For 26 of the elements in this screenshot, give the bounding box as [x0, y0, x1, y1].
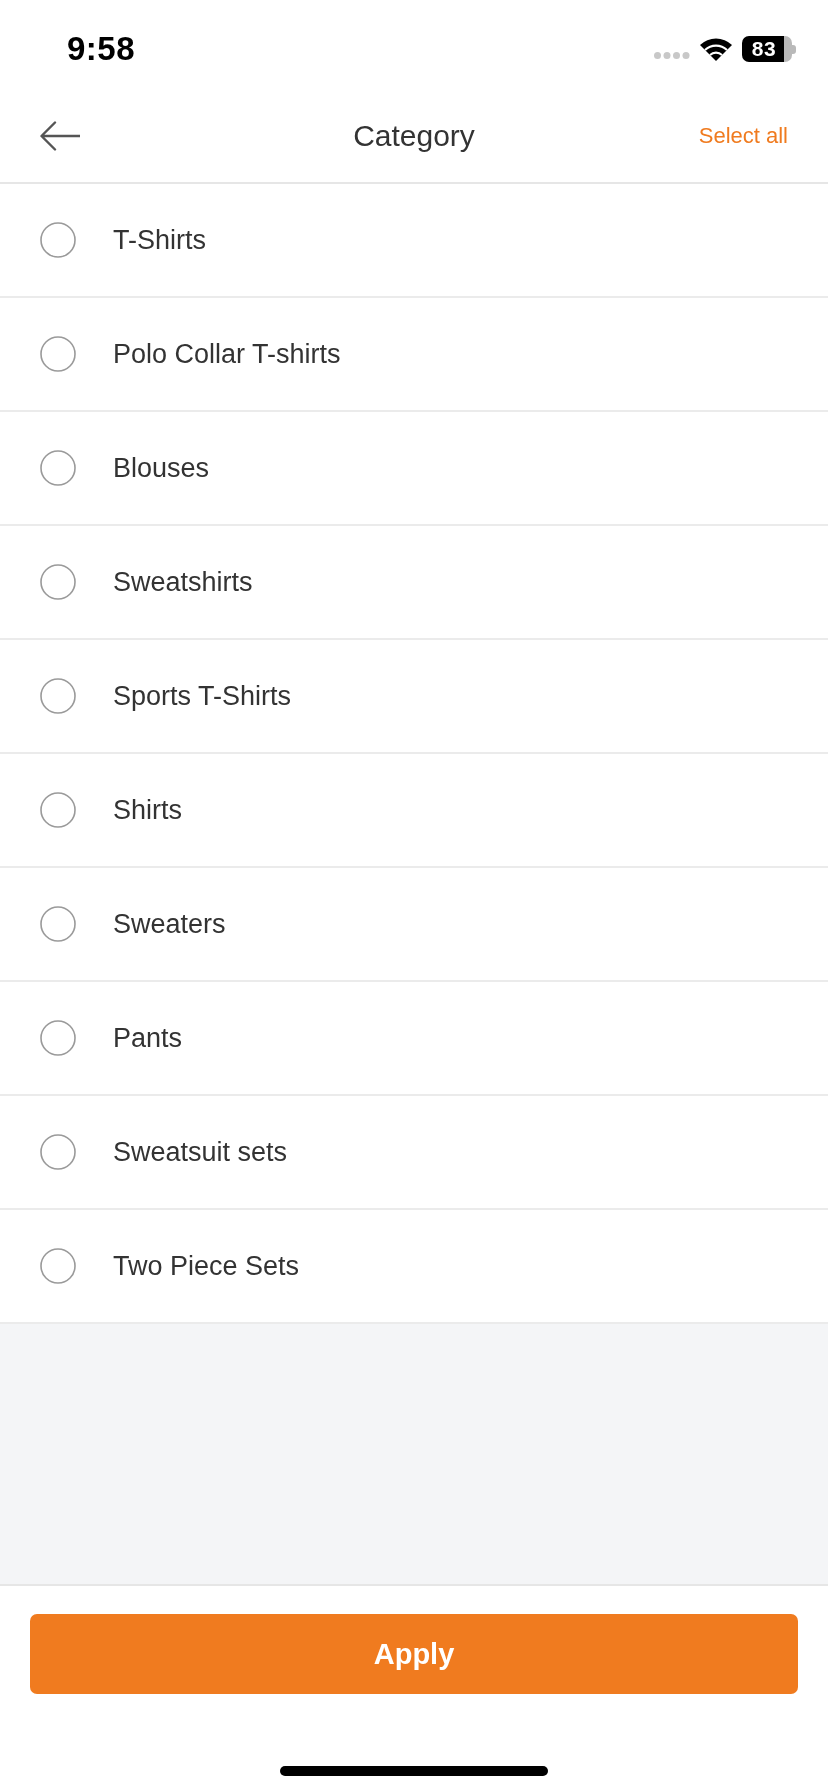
- category-label[interactable]: Sweaters: [113, 908, 226, 940]
- radio-button[interactable]: [40, 336, 76, 372]
- category-label[interactable]: Two Piece Sets: [113, 1250, 300, 1282]
- category-label[interactable]: Blouses: [113, 452, 210, 484]
- radio-button[interactable]: [40, 1134, 76, 1170]
- category-label[interactable]: T-Shirts: [113, 224, 206, 256]
- back-arrow-icon[interactable]: [40, 121, 80, 151]
- wifi-icon: [700, 37, 732, 61]
- radio-button[interactable]: [40, 1248, 76, 1284]
- category-label[interactable]: Pants: [113, 1022, 183, 1054]
- radio-button[interactable]: [40, 1020, 76, 1056]
- category-label[interactable]: Sports T-Shirts: [113, 680, 292, 712]
- radio-button[interactable]: [40, 678, 76, 714]
- status-time: 9:58: [67, 30, 136, 68]
- category-label[interactable]: Sweatsuit sets: [113, 1136, 288, 1168]
- page-title: Category: [353, 119, 475, 153]
- signal-icon: [654, 51, 690, 59]
- radio-button[interactable]: [40, 906, 76, 942]
- radio-button[interactable]: [40, 222, 76, 258]
- category-label[interactable]: Sweatshirts: [113, 566, 253, 598]
- radio-button[interactable]: [40, 450, 76, 486]
- radio-button[interactable]: [40, 792, 76, 828]
- category-label[interactable]: Polo Collar T-shirts: [113, 338, 341, 370]
- radio-button[interactable]: [40, 564, 76, 600]
- category-label[interactable]: Shirts: [113, 794, 183, 826]
- battery-indicator: 83: [742, 36, 796, 62]
